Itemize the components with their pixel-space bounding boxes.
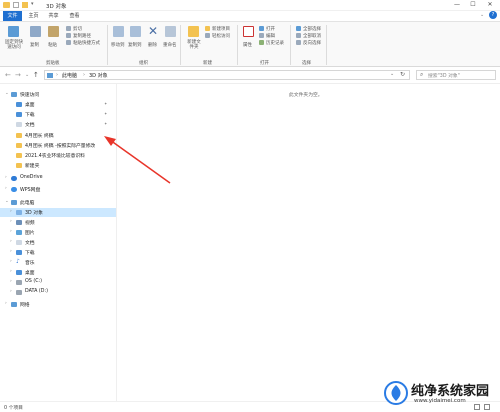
annotation-arrow [104,136,171,184]
watermark: 纯净系统家园 www.yidaimei.com [384,378,498,410]
watermark-logo [384,381,408,405]
watermark-url: www.yidaimei.com [414,398,466,404]
item-count: 0 个项目 [4,406,23,411]
watermark-title: 纯净系统家园 [411,384,490,399]
arrow-shaft [109,139,171,184]
arrow-head [104,136,116,146]
